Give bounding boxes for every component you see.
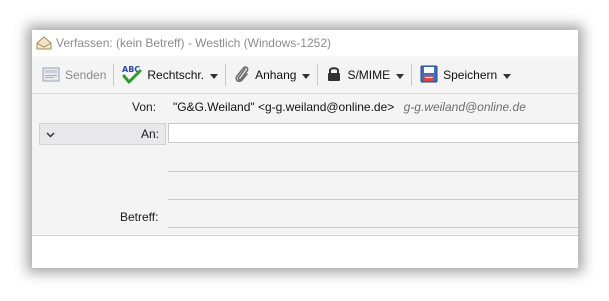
attach-button[interactable]: Anhang — [230, 62, 299, 88]
dropdown-arrow-icon — [396, 68, 405, 82]
compose-toolbar: Senden ABC Rechtschr. Anhang S/MIME Spei… — [32, 57, 578, 94]
chevron-down-icon — [46, 128, 55, 142]
send-button[interactable]: Senden — [38, 62, 109, 88]
lock-icon — [325, 65, 343, 86]
subject-input[interactable] — [168, 227, 578, 228]
from-label: Von: — [132, 100, 157, 114]
send-icon — [41, 64, 61, 87]
send-label: Senden — [65, 68, 107, 82]
spellcheck-icon: ABC — [121, 63, 143, 88]
save-label: Speichern — [443, 68, 498, 82]
from-identity: "G&G.Weiland" <g-g.weiland@online.de> — [173, 100, 395, 114]
paperclip-icon — [233, 64, 251, 87]
spellcheck-dropdown[interactable] — [207, 62, 221, 88]
attach-label: Anhang — [255, 68, 297, 82]
recipient-type-select[interactable]: An: — [39, 123, 166, 145]
spellcheck-button[interactable]: ABC Rechtschr. — [118, 62, 207, 88]
window-title: Verfassen: (kein Betreff) - Westlich (Wi… — [56, 36, 331, 50]
from-selector[interactable]: "G&G.Weiland" <g-g.weiland@online.de> g-… — [173, 100, 526, 114]
toolbar-separator — [317, 64, 319, 86]
recipient-row-line[interactable] — [168, 199, 578, 200]
spellcheck-label: Rechtschr. — [147, 68, 205, 82]
smime-button[interactable]: S/MIME — [322, 62, 393, 88]
smime-dropdown[interactable] — [393, 62, 407, 88]
subject-label: Betreff: — [120, 210, 159, 224]
dropdown-arrow-icon — [302, 68, 311, 82]
toolbar-separator — [113, 64, 115, 86]
dropdown-arrow-icon — [503, 68, 512, 82]
recipient-row-line[interactable] — [168, 171, 578, 172]
compose-window: Verfassen: (kein Betreff) - Westlich (Wi… — [32, 30, 578, 268]
compose-window-icon — [36, 36, 52, 50]
save-button[interactable]: Speichern — [416, 62, 500, 88]
dropdown-arrow-icon — [210, 68, 219, 82]
message-headers — [32, 94, 578, 234]
recipient-type-label: An: — [140, 127, 159, 141]
message-body-editor[interactable] — [32, 235, 578, 268]
title-bar: Verfassen: (kein Betreff) - Westlich (Wi… — [32, 30, 578, 56]
floppy-disk-icon — [419, 64, 439, 87]
save-dropdown[interactable] — [500, 62, 514, 88]
toolbar-separator — [411, 64, 413, 86]
attach-dropdown[interactable] — [299, 62, 313, 88]
from-alt-address: g-g.weiland@online.de — [403, 100, 526, 114]
smime-label: S/MIME — [347, 68, 391, 82]
toolbar-separator — [225, 64, 227, 86]
recipient-input[interactable] — [168, 123, 578, 143]
